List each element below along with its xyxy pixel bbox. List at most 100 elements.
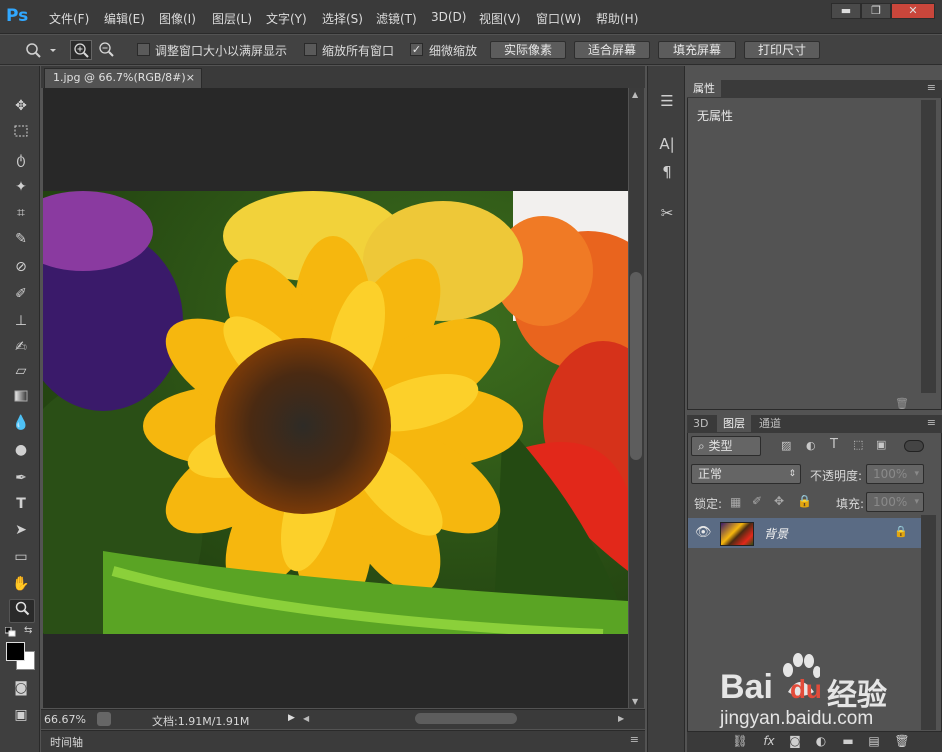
restore-button[interactable]: ❐ bbox=[861, 3, 891, 19]
zoom-tool-icon[interactable] bbox=[9, 599, 35, 623]
character-panel-icon[interactable]: A| bbox=[656, 133, 678, 155]
document-tab[interactable]: 1.jpg @ 66.7%(RGB/8#) × bbox=[44, 68, 202, 88]
eyedropper-tool-icon[interactable]: ✎ bbox=[9, 228, 33, 250]
scroll-down-icon[interactable]: ▼ bbox=[632, 697, 638, 706]
fit-screen-button[interactable]: 适合屏幕 bbox=[574, 41, 650, 59]
type-tool-icon[interactable]: T bbox=[9, 493, 33, 515]
hand-tool-icon[interactable]: ✋ bbox=[9, 573, 33, 595]
filter-smart-object-icon[interactable]: ▣ bbox=[876, 438, 892, 452]
eraser-tool-icon[interactable]: ▱ bbox=[9, 360, 33, 382]
shape-tool-icon[interactable]: ▭ bbox=[9, 546, 33, 568]
move-tool-icon[interactable]: ✥ bbox=[9, 95, 33, 117]
crop-tool-icon[interactable]: ⌗ bbox=[9, 202, 33, 224]
zoom-level[interactable]: 66.67% bbox=[44, 713, 86, 726]
lock-pixels-icon[interactable]: ✐ bbox=[752, 494, 762, 508]
menu-filter[interactable]: 滤镜(T) bbox=[376, 10, 417, 27]
menu-3d[interactable]: 3D(D) bbox=[431, 10, 466, 24]
actual-pixels-button[interactable]: 实际像素 bbox=[490, 41, 566, 59]
zoom-in-button[interactable] bbox=[70, 40, 92, 60]
layer-name[interactable]: 背景 bbox=[764, 525, 788, 542]
gradient-tool-icon[interactable] bbox=[9, 387, 33, 409]
swap-colors-icon[interactable]: ⇆ bbox=[24, 625, 36, 636]
properties-panel-icon[interactable]: ☰ bbox=[656, 90, 678, 112]
minimize-button[interactable]: ▬ bbox=[831, 3, 861, 19]
document-image[interactable] bbox=[43, 191, 628, 634]
history-brush-tool-icon[interactable]: ✍ bbox=[9, 336, 33, 358]
scrubby-zoom-checkbox[interactable]: ✓ bbox=[410, 43, 423, 56]
timeline-menu-icon[interactable]: ≡ bbox=[630, 733, 639, 746]
menu-image[interactable]: 图像(I) bbox=[159, 10, 196, 27]
layer-thumbnail bbox=[720, 522, 754, 546]
default-colors-icon[interactable] bbox=[4, 626, 17, 637]
layer-filter-select[interactable]: ⌕ 类型 bbox=[691, 436, 761, 456]
clone-stamp-tool-icon[interactable]: ⊥ bbox=[9, 310, 33, 332]
lock-all-icon[interactable]: 🔒 bbox=[797, 494, 812, 508]
brush-tool-icon[interactable]: ✐ bbox=[9, 283, 33, 305]
lasso-tool-icon[interactable]: ტ bbox=[9, 149, 33, 171]
sunflower-photo bbox=[43, 191, 628, 634]
fill-screen-button[interactable]: 填充屏幕 bbox=[658, 41, 736, 59]
close-window-button[interactable]: ✕ bbox=[891, 3, 935, 19]
filter-pixel-icon[interactable]: ▨ bbox=[781, 439, 797, 453]
document-tab-close-icon[interactable]: × bbox=[186, 69, 195, 87]
layers-menu-icon[interactable]: ≡ bbox=[927, 416, 936, 429]
tool-preset-picker[interactable] bbox=[22, 40, 56, 60]
blur-tool-icon[interactable]: 💧 bbox=[9, 412, 33, 434]
blend-mode-select[interactable]: 正常 ⇕ bbox=[691, 464, 801, 484]
filter-shape-icon[interactable]: ⬚ bbox=[853, 438, 869, 452]
scroll-right-icon[interactable]: ▶ bbox=[618, 714, 624, 723]
fill-input[interactable]: 100% ▾ bbox=[866, 492, 924, 512]
layer-row[interactable]: 👁 背景 🔒 bbox=[688, 518, 921, 548]
magic-wand-tool-icon[interactable]: ✦ bbox=[9, 176, 33, 198]
layer-filter-value: 类型 bbox=[708, 439, 733, 453]
status-menu-arrow-icon[interactable]: ▶ bbox=[288, 713, 295, 723]
properties-menu-icon[interactable]: ≡ bbox=[927, 81, 936, 94]
menu-help[interactable]: 帮助(H) bbox=[596, 10, 638, 27]
menu-file[interactable]: 文件(F) bbox=[49, 10, 89, 27]
lock-label: 锁定: bbox=[694, 497, 723, 511]
baidu-watermark: Bai du 经验 jingyan.baidu.com bbox=[720, 650, 930, 740]
dodge-tool-icon[interactable]: ● bbox=[9, 439, 33, 461]
zoom-all-windows-checkbox[interactable] bbox=[304, 43, 317, 56]
properties-content: 无属性 bbox=[697, 109, 734, 123]
paragraph-panel-icon[interactable]: ¶ bbox=[656, 161, 678, 183]
healing-brush-tool-icon[interactable]: ⊘ bbox=[9, 256, 33, 278]
horizontal-scroll-thumb[interactable] bbox=[415, 713, 517, 724]
lock-transparent-icon[interactable]: ▦ bbox=[730, 495, 741, 509]
menu-select[interactable]: 选择(S) bbox=[322, 10, 363, 27]
vertical-scroll-thumb[interactable] bbox=[630, 272, 642, 460]
properties-delete-icon[interactable]: 🗑 bbox=[895, 397, 909, 410]
filter-adjustment-icon[interactable]: ◐ bbox=[806, 439, 822, 453]
visibility-eye-icon[interactable]: 👁 bbox=[695, 525, 712, 540]
resize-windows-label: 调整窗口大小以满屏显示 bbox=[155, 44, 288, 58]
menu-edit[interactable]: 编辑(E) bbox=[104, 10, 145, 27]
screen-mode-icon[interactable]: ▣ bbox=[9, 704, 33, 726]
resize-windows-checkbox[interactable] bbox=[137, 43, 150, 56]
tab-layers[interactable]: 图层 bbox=[717, 415, 751, 432]
lock-position-icon[interactable]: ✥ bbox=[774, 494, 784, 508]
scroll-left-icon[interactable]: ◀ bbox=[303, 714, 309, 723]
timeline-tab[interactable]: 时间轴 bbox=[50, 734, 83, 750]
layer-lock-icon: 🔒 bbox=[894, 525, 908, 538]
pen-tool-icon[interactable]: ✒ bbox=[9, 467, 33, 489]
tab-3d[interactable]: 3D bbox=[687, 415, 714, 432]
filter-type-icon[interactable]: T bbox=[830, 437, 846, 452]
properties-scrollbar[interactable] bbox=[921, 100, 936, 393]
path-selection-tool-icon[interactable]: ➤ bbox=[9, 519, 33, 541]
tool-presets-icon[interactable]: ✂ bbox=[656, 202, 678, 224]
quick-mask-icon[interactable]: ◙ bbox=[9, 677, 33, 699]
filter-toggle[interactable] bbox=[904, 440, 924, 452]
opacity-input[interactable]: 100% ▾ bbox=[866, 464, 924, 484]
menu-view[interactable]: 视图(V) bbox=[479, 10, 521, 27]
menu-type[interactable]: 文字(Y) bbox=[266, 10, 307, 27]
tab-channels[interactable]: 通道 bbox=[753, 415, 787, 432]
zoom-out-button[interactable] bbox=[96, 40, 118, 60]
scroll-up-icon[interactable]: ▲ bbox=[632, 90, 638, 99]
print-size-button[interactable]: 打印尺寸 bbox=[744, 41, 820, 59]
foreground-color-swatch[interactable] bbox=[6, 642, 25, 661]
marquee-tool-icon[interactable] bbox=[9, 122, 33, 144]
menu-window[interactable]: 窗口(W) bbox=[536, 10, 581, 27]
menu-layer[interactable]: 图层(L) bbox=[212, 10, 252, 27]
status-info-icon[interactable] bbox=[97, 712, 111, 726]
tab-properties[interactable]: 属性 bbox=[687, 80, 721, 97]
